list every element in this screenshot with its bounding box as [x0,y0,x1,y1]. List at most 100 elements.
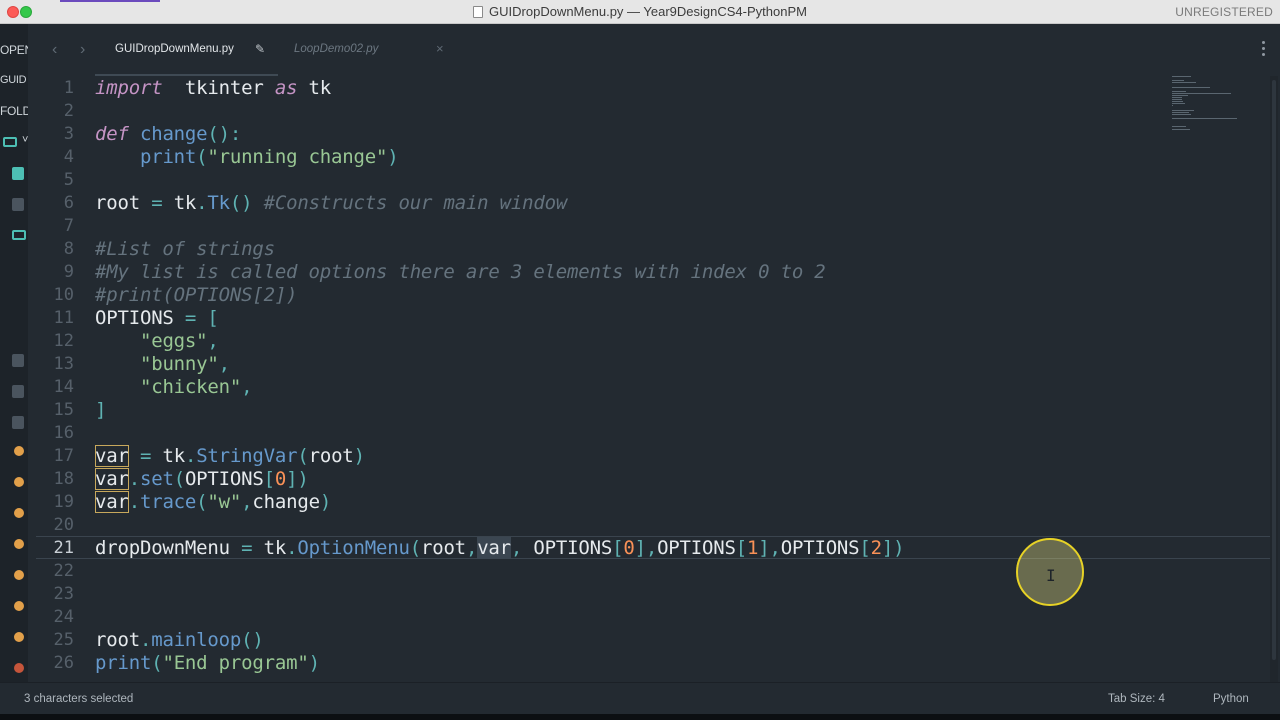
window-titlebar: GUIDropDownMenu.py — Year9DesignCS4-Pyth… [0,0,1280,24]
line-number: 2 [63,101,74,121]
code-line[interactable]: print("running change") [95,146,399,169]
line-number: 17 [53,446,74,466]
code-token: OPTIONS [780,537,860,559]
line-number: 7 [63,216,74,236]
line-number: 19 [53,492,74,512]
code-line[interactable]: "eggs", [95,330,219,353]
code-token: tk [252,537,287,559]
code-token: ] [95,399,107,421]
file-icon[interactable] [12,167,24,180]
code-token: root [95,629,140,651]
forward-arrow-icon[interactable]: › [80,41,85,59]
code-editor[interactable]: 1 2 3 4 5 6 7 8 9 10 11 12 13 14 15 16 17 18 19 20 21 22 23 24 2… [28,74,1270,682]
code-token: ], [634,537,658,559]
code-token: import [95,77,163,99]
code-token: OPTIONS [95,307,185,329]
code-line[interactable]: var.set(OPTIONS[0]) [95,468,309,491]
code-token: var [95,468,129,490]
code-line[interactable]: #List of strings [95,238,275,261]
line-number: 6 [63,193,74,213]
line-number: 26 [53,653,74,673]
vertical-scrollbar[interactable] [1270,76,1278,682]
code-token: = [241,537,253,559]
code-token: change [139,123,208,145]
code-token: dropDownMenu [95,537,242,559]
code-line[interactable]: print("End program") [95,652,320,675]
code-token: #My list is called options there are 3 e… [95,261,826,283]
code-token: 2 [870,537,882,559]
file-icon[interactable] [12,385,24,398]
code-token: ) [308,652,320,674]
code-line[interactable]: #print(OPTIONS[2]) [95,284,298,307]
python-file-icon[interactable] [14,477,24,487]
unregistered-label: UNREGISTERED [1175,5,1273,19]
sidebar-folders-header[interactable]: FOLD [0,104,28,118]
code-token: = [184,307,197,329]
code-line[interactable]: OPTIONS = [ [95,307,219,330]
code-line[interactable]: root.mainloop() [95,629,264,652]
code-line[interactable]: var.trace("w",change) [95,491,331,514]
code-token: tk [297,77,332,99]
syntax-selector[interactable]: Python [1213,693,1249,705]
code-token: root [308,445,354,467]
code-token: () [229,192,253,214]
close-tab-icon[interactable]: × [436,41,444,56]
code-token: tk [151,445,185,467]
code-token: set [139,468,174,490]
code-token: OPTIONS [522,537,613,559]
code-token: [ [263,468,275,490]
code-token: = [151,192,163,214]
sidebar-open-file-item[interactable]: GUID [0,74,27,86]
tab-loop-demo-02[interactable]: LoopDemo02.py [294,43,378,55]
code-line[interactable]: def change(): [95,123,241,146]
sidebar-open-files-header[interactable]: OPEN [0,43,28,57]
tab-gui-dropdown-menu[interactable]: GUIDropDownMenu.py ✎ [88,24,308,76]
line-number: 22 [53,561,74,581]
line-number: 18 [53,469,74,489]
code-line[interactable]: "chicken", [95,376,253,399]
folder-icon[interactable] [3,137,17,147]
folder-open-icon[interactable] [12,230,26,240]
window-title: GUIDropDownMenu.py — Year9DesignCS4-Pyth… [489,4,807,19]
text-cursor-icon: I [1046,566,1056,585]
minimap[interactable] [1172,76,1252,136]
scrollbar-thumb[interactable] [1272,80,1276,660]
line-number: 16 [53,423,74,443]
python-file-icon[interactable] [14,508,24,518]
code-line[interactable]: root = tk.Tk() #Constructs our main wind… [95,192,567,215]
code-token: OPTIONS [184,468,264,490]
code-line[interactable]: dropDownMenu = tk.OptionMenu(root,var, O… [95,537,905,560]
code-line[interactable]: "bunny", [95,353,230,376]
code-token: . [128,491,140,513]
file-icon[interactable] [12,198,24,211]
code-token: ( [409,537,421,559]
code-token: ]) [286,468,309,490]
minimap-line [1172,90,1187,92]
tab-size-selector[interactable]: Tab Size: 4 [1108,693,1165,705]
tab-bar: ‹ › GUIDropDownMenu.py ✎ LoopDemo02.py × [28,24,1280,76]
code-line[interactable]: ] [95,399,106,422]
python-file-icon[interactable] [14,632,24,642]
modified-pencil-icon: ✎ [255,42,266,56]
python-file-icon[interactable] [14,570,24,580]
line-number: 15 [53,400,74,420]
code-token: . [139,629,152,651]
python-file-icon[interactable] [14,663,24,673]
python-file-icon[interactable] [14,446,24,456]
minimap-line [1172,92,1231,94]
line-number: 14 [53,377,74,397]
code-line[interactable]: #My list is called options there are 3 e… [95,261,826,284]
python-file-icon[interactable] [14,539,24,549]
more-options-icon[interactable] [1262,41,1266,59]
code-token: [ [612,537,624,559]
minimap-line [1172,111,1190,113]
scroll-shadow [95,74,278,76]
code-line[interactable]: import tkinter as tk [95,77,331,100]
back-arrow-icon[interactable]: ‹ [52,41,57,59]
file-icon[interactable] [12,354,24,367]
code-line[interactable]: var = tk.StringVar(root) [95,445,365,468]
file-icon[interactable] [12,416,24,429]
python-file-icon[interactable] [14,601,24,611]
